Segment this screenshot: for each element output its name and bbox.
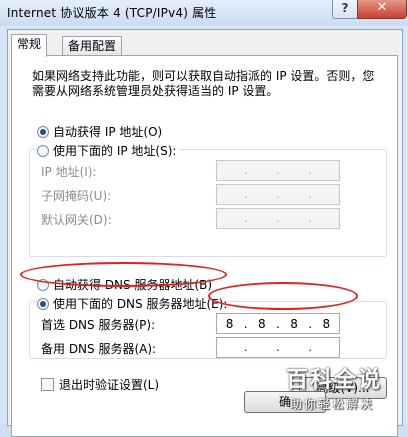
watermark-main-text: 百科全说 (286, 368, 383, 393)
annotation-ellipse-manual-dns (20, 262, 227, 287)
auto-ip-label: 自动获得 IP 地址(O) (53, 125, 163, 139)
ip-address-label: IP 地址(I): (41, 165, 97, 179)
ip-dot: . (244, 212, 248, 225)
help-button[interactable]: ? (332, 0, 358, 19)
close-icon: ✕ (376, 0, 388, 15)
validate-on-exit-checkbox[interactable] (41, 378, 54, 391)
ip-dot: . (276, 212, 280, 225)
ip-dot: . (244, 164, 248, 177)
dns-octet: 8 (290, 316, 298, 331)
subnet-mask-input[interactable]: . . . (216, 184, 340, 205)
preferred-dns-input[interactable]: 8. 8. 8. 8 (216, 313, 340, 334)
alternate-dns-label: 备用 DNS 服务器(A): (41, 342, 157, 356)
watermark-sub-text: 助你轻松解决 (290, 397, 375, 411)
ip-dot: . (308, 164, 312, 177)
manual-ip-label: 使用下面的 IP 地址(S): (53, 144, 177, 158)
ip-dot: . (244, 188, 248, 201)
alternate-dns-input[interactable]: . . . (216, 337, 340, 358)
description-text: 如果网络支持此功能，则可以获取自动指派的 IP 设置。否则，您需要从网络系统管理… (32, 69, 375, 98)
window-title: Internet 协议版本 4 (TCP/IPv4) 属性 (7, 6, 217, 20)
close-button[interactable]: ✕ (357, 0, 407, 19)
manual-ip-radio[interactable]: 使用下面的 IP 地址(S): (37, 142, 180, 159)
ip-dot: . (244, 341, 248, 354)
manual-dns-radio[interactable]: 使用下面的 DNS 服务器地址(E): (37, 295, 231, 312)
watermark-logo: 百科全说 助你轻松解决 (277, 362, 397, 422)
dns-octet: 8 (225, 316, 234, 331)
title-bar[interactable]: Internet 协议版本 4 (TCP/IPv4) 属性 ? ✕ (0, 0, 408, 26)
ip-dot: . (308, 212, 312, 225)
manual-dns-label: 使用下面的 DNS 服务器地址(E): (53, 297, 228, 311)
default-gateway-label: 默认网关(D): (41, 213, 112, 227)
default-gateway-input[interactable]: . . . (216, 208, 340, 229)
ip-dot: . (308, 341, 312, 354)
ip-dot: . (276, 164, 280, 177)
ip-address-input[interactable]: . . . (216, 160, 340, 181)
help-icon: ? (341, 1, 349, 15)
tab-alternate-configuration[interactable]: 备用配置 (62, 36, 123, 56)
ip-dot: . (308, 188, 312, 201)
manual-dns-radio-dot (37, 297, 49, 310)
manual-ip-radio-dot (37, 144, 49, 157)
subnet-mask-label: 子网掩码(U): (41, 189, 112, 203)
dns-octet: 8 (322, 316, 331, 331)
dns-octet: 8 (258, 316, 266, 331)
ip-dot: . (276, 341, 280, 354)
validate-on-exit-label: 退出时验证设置(L) (59, 378, 160, 392)
tab-general[interactable]: 常规 (11, 34, 48, 57)
annotation-ellipse-preferred-dns (208, 282, 358, 310)
dialog-window: Internet 协议版本 4 (TCP/IPv4) 属性 ? ✕ 常规 备用配… (0, 0, 408, 437)
preferred-dns-label: 首选 DNS 服务器(P): (41, 318, 156, 332)
auto-ip-radio-dot (37, 125, 49, 138)
ip-dot: . (276, 188, 280, 201)
auto-ip-radio[interactable]: 自动获得 IP 地址(O) (37, 123, 162, 140)
